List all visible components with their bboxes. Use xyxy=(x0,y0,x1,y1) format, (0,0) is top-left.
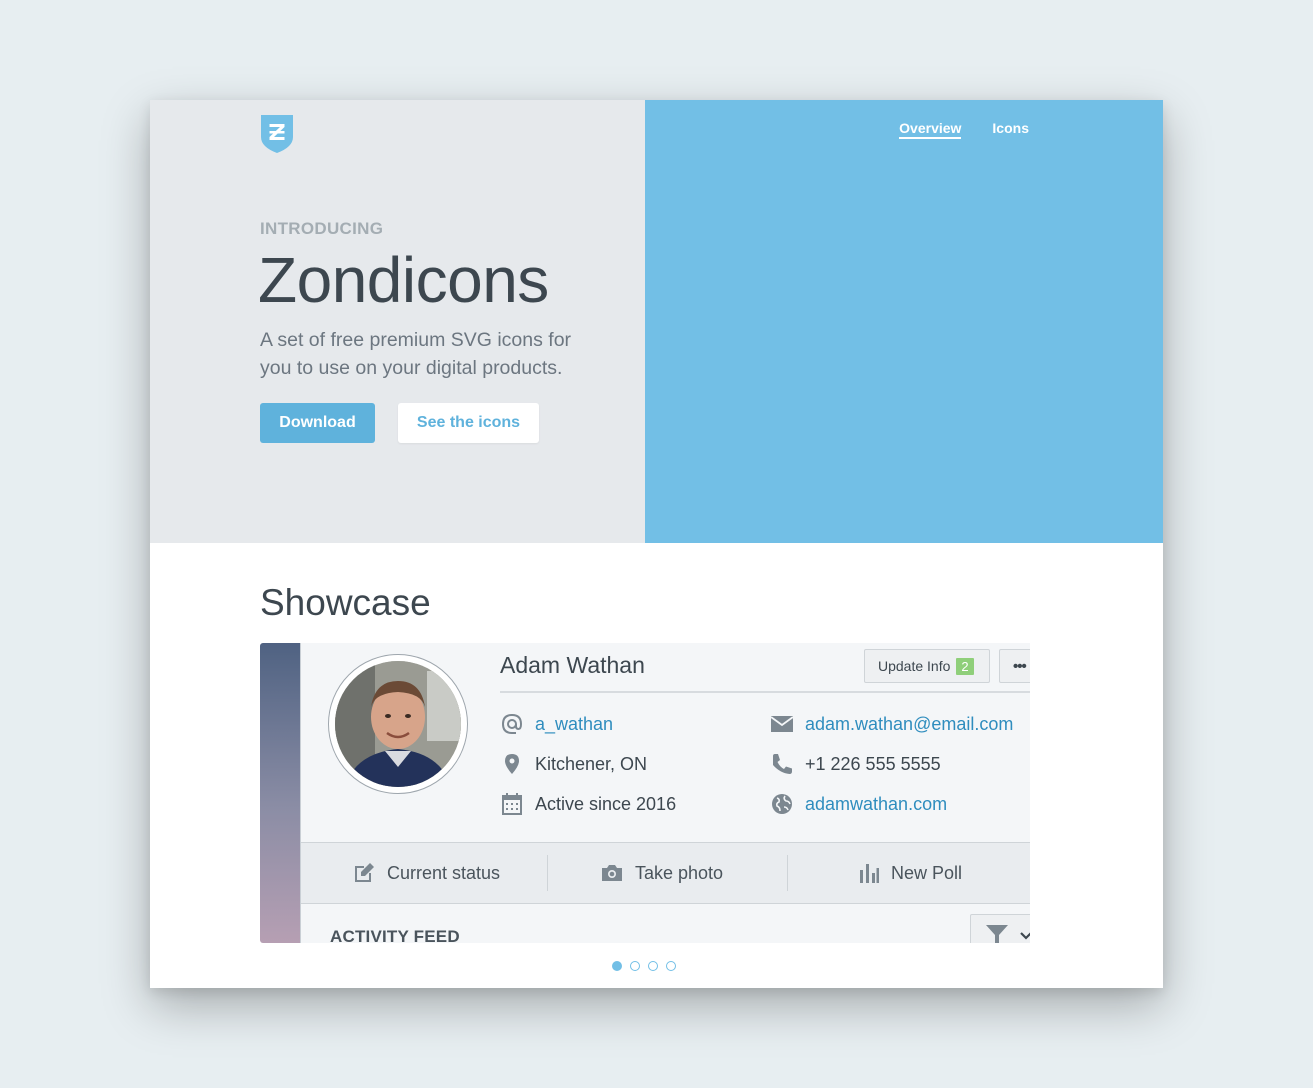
hero-subtitle: A set of free premium SVG icons for you … xyxy=(260,329,572,379)
globe-icon xyxy=(770,792,794,816)
filter-dropdown-button[interactable] xyxy=(970,914,1030,943)
browser-window: Overview Icons INTRODUCING Zondicons A s… xyxy=(150,100,1163,988)
more-options-button[interactable]: ••• xyxy=(999,649,1030,683)
showcase-title: Showcase xyxy=(260,582,431,623)
website-row: adamwathan.com xyxy=(770,792,947,816)
website-link[interactable]: adamwathan.com xyxy=(805,794,947,815)
current-status-button[interactable]: Current status xyxy=(353,843,500,903)
avatar-photo xyxy=(335,661,461,787)
avatar xyxy=(328,654,468,794)
hero-left-panel xyxy=(150,100,645,543)
hero-right-panel xyxy=(645,100,1163,543)
update-info-label: Update Info xyxy=(878,658,951,674)
active-since-row: Active since 2016 xyxy=(500,792,676,816)
see-icons-button[interactable]: See the icons xyxy=(398,403,539,443)
calendar-icon xyxy=(500,792,524,816)
carousel-dot[interactable] xyxy=(648,961,658,971)
bar-chart-icon xyxy=(860,864,879,883)
active-since-text: Active since 2016 xyxy=(535,793,677,814)
carousel-dot[interactable] xyxy=(612,961,622,971)
zondicons-logo-icon[interactable] xyxy=(260,112,294,153)
take-photo-label: Take photo xyxy=(635,862,724,883)
nav-overview-link[interactable]: Overview xyxy=(899,120,962,139)
download-button[interactable]: Download xyxy=(260,403,375,443)
location-text: Kitchener, ON xyxy=(535,753,648,774)
sidebar-strip xyxy=(260,643,300,943)
header-divider xyxy=(500,691,1030,693)
showcase-profile-card: Adam Wathan Update Info 2 ••• a_wathan K… xyxy=(260,643,1030,943)
new-poll-button[interactable]: New Poll xyxy=(859,843,962,903)
phone-icon xyxy=(770,752,794,776)
email-link[interactable]: adam.wathan@email.com xyxy=(805,714,1013,735)
take-photo-button[interactable]: Take photo xyxy=(601,843,723,903)
location-row: Kitchener, ON xyxy=(500,752,647,776)
phone-text: +1 226 555 5555 xyxy=(805,753,941,774)
current-status-label: Current status xyxy=(387,862,501,883)
carousel-dot[interactable] xyxy=(666,961,676,971)
hero-eyebrow: INTRODUCING xyxy=(260,219,384,238)
profile-name: Adam Wathan xyxy=(500,652,645,678)
new-poll-label: New Poll xyxy=(891,862,963,883)
carousel-dots xyxy=(612,961,676,971)
username-link[interactable]: a_wathan xyxy=(535,714,613,735)
update-info-button[interactable]: Update Info 2 xyxy=(864,649,990,683)
edit-pencil-icon xyxy=(355,863,374,882)
email-row: adam.wathan@email.com xyxy=(770,712,1013,736)
at-icon xyxy=(500,712,524,736)
location-pin-icon xyxy=(500,752,524,776)
update-count-badge: 2 xyxy=(956,657,974,675)
envelope-icon xyxy=(770,712,794,736)
hero-title: Zondicons xyxy=(258,244,549,316)
filter-icon xyxy=(986,925,1008,943)
camera-icon xyxy=(602,865,622,881)
main-nav: Overview Icons xyxy=(899,120,1029,139)
phone-row: +1 226 555 5555 xyxy=(770,752,941,776)
carousel-dot[interactable] xyxy=(630,961,640,971)
actions-bar: Current status Take photo New Poll xyxy=(301,842,1030,904)
activity-feed-title: ACTIVITY FEED xyxy=(330,927,460,943)
chevron-down-icon xyxy=(1020,932,1030,940)
nav-icons-link[interactable]: Icons xyxy=(992,120,1029,139)
username-row: a_wathan xyxy=(500,712,613,736)
